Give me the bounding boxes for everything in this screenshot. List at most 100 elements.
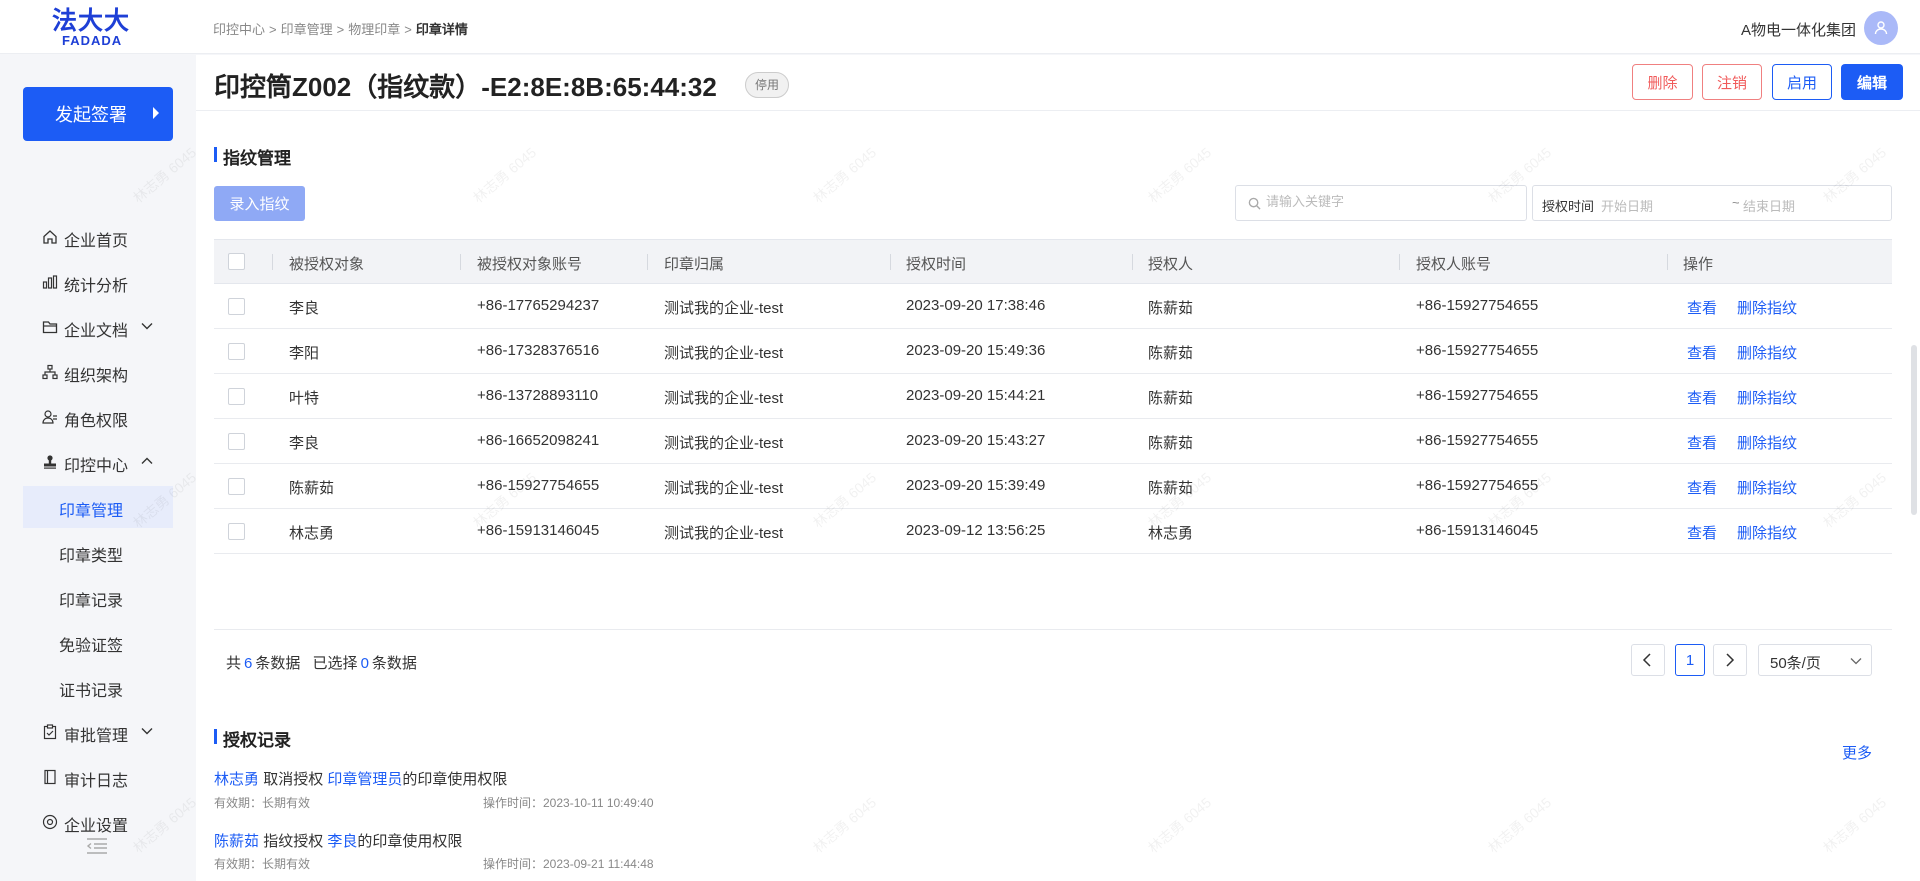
row-checkbox[interactable] bbox=[228, 433, 245, 450]
cell-owner: 测试我的企业-test bbox=[664, 390, 784, 407]
edit-button[interactable]: 编辑 bbox=[1841, 64, 1903, 100]
user-icon bbox=[1874, 21, 1888, 35]
record-target-link[interactable]: 李良 bbox=[327, 833, 357, 850]
row-checkbox[interactable] bbox=[228, 298, 245, 315]
cell-grantor: 陈薪茹 bbox=[1148, 480, 1194, 497]
delete-button[interactable]: 删除 bbox=[1632, 64, 1693, 100]
sidebar-subitem-seal-types[interactable]: 印章类型 bbox=[23, 531, 173, 573]
keyword-search[interactable] bbox=[1235, 185, 1527, 221]
delete-fingerprint-link[interactable]: 删除指纹 bbox=[1737, 342, 1797, 363]
view-link[interactable]: 查看 bbox=[1687, 297, 1717, 318]
view-link[interactable]: 查看 bbox=[1687, 387, 1717, 408]
record-fingerprint-button[interactable]: 录入指纹 bbox=[214, 186, 305, 221]
more-link[interactable]: 更多 bbox=[1842, 742, 1872, 763]
sidebar-item-roles[interactable]: 角色权限 bbox=[0, 396, 172, 438]
view-link[interactable]: 查看 bbox=[1687, 522, 1717, 543]
cell-grantor-account: +86-15927754655 bbox=[1416, 432, 1539, 449]
chevron-down-icon bbox=[141, 728, 153, 735]
view-link[interactable]: 查看 bbox=[1687, 432, 1717, 453]
view-link[interactable]: 查看 bbox=[1687, 477, 1717, 498]
row-checkbox[interactable] bbox=[228, 388, 245, 405]
page-number-button[interactable]: 1 bbox=[1675, 644, 1705, 676]
record-actor-link[interactable]: 林志勇 bbox=[214, 771, 259, 788]
sidebar-item-label: 企业设置 bbox=[64, 818, 129, 835]
sidebar-subitem-seal-records[interactable]: 印章记录 bbox=[23, 576, 173, 618]
row-checkbox[interactable] bbox=[228, 523, 245, 540]
main-content: 印控筒Z002（指纹款）-E2:8E:8B:65:44:32 停用 删除 注销 … bbox=[130, 55, 1920, 881]
watermark: 林志勇 6045 bbox=[1484, 794, 1555, 856]
record-target-link[interactable]: 印章管理员 bbox=[327, 771, 402, 788]
column-header: 授权时间 bbox=[906, 256, 967, 273]
watermark: 林志勇 6045 bbox=[809, 144, 880, 206]
delete-fingerprint-link[interactable]: 删除指纹 bbox=[1737, 297, 1797, 318]
select-all-checkbox[interactable] bbox=[228, 253, 245, 270]
column-header: 印章归属 bbox=[664, 256, 725, 273]
row-checkbox[interactable] bbox=[228, 478, 245, 495]
sidebar-subitem-seal-management[interactable]: 印章管理 bbox=[23, 486, 173, 528]
page-size-select[interactable]: 50条/页 bbox=[1758, 644, 1872, 676]
row-checkbox[interactable] bbox=[228, 343, 245, 360]
sidebar-item-documents[interactable]: 企业文档 bbox=[0, 306, 172, 348]
sidebar-item-organization[interactable]: 组织架构 bbox=[0, 351, 172, 393]
cell-name: 林志勇 bbox=[289, 525, 335, 542]
breadcrumb-item[interactable]: 印章管理 bbox=[281, 22, 333, 37]
collapse-menu-icon[interactable] bbox=[86, 837, 108, 855]
caret-right-icon bbox=[153, 107, 159, 119]
cell-name: 李良 bbox=[289, 300, 320, 317]
date-range-label: 授权时间 bbox=[1542, 199, 1595, 214]
settings-icon bbox=[42, 814, 58, 830]
record-action: 指纹授权 bbox=[263, 833, 324, 850]
delete-fingerprint-link[interactable]: 删除指纹 bbox=[1737, 477, 1797, 498]
sidebar-item-audit-log[interactable]: 审计日志 bbox=[0, 756, 172, 798]
sidebar-item-seal-center[interactable]: 印控中心 bbox=[0, 441, 172, 483]
cell-grantor: 陈薪茹 bbox=[1148, 390, 1194, 407]
deregister-button[interactable]: 注销 bbox=[1702, 64, 1762, 100]
selected-count: 0 bbox=[360, 655, 369, 672]
breadcrumb-item[interactable]: 印控中心 bbox=[213, 22, 265, 37]
cell-time: 2023-09-20 15:49:36 bbox=[906, 342, 1046, 359]
logo-en-text: FADADA bbox=[62, 33, 123, 48]
start-date-input[interactable]: 开始日期 bbox=[1601, 196, 1653, 215]
view-link[interactable]: 查看 bbox=[1687, 342, 1717, 363]
pagination-divider bbox=[214, 629, 1892, 630]
chevron-left-icon bbox=[1642, 653, 1651, 667]
breadcrumb-item[interactable]: 物理印章 bbox=[348, 22, 400, 37]
cell-grantor-account: +86-15927754655 bbox=[1416, 477, 1539, 494]
sidebar-subitem-no-verify-sign[interactable]: 免验证签 bbox=[23, 621, 173, 663]
record-validity: 有效期：长期有效 bbox=[214, 857, 311, 871]
table-row: 叶特 +86-13728893110 测试我的企业-test 2023-09-2… bbox=[214, 374, 1892, 419]
end-date-input[interactable]: 结束日期 bbox=[1743, 196, 1795, 215]
avatar[interactable] bbox=[1864, 11, 1898, 45]
search-input[interactable] bbox=[1266, 194, 1516, 209]
delete-fingerprint-link[interactable]: 删除指纹 bbox=[1737, 387, 1797, 408]
log-icon bbox=[44, 769, 56, 785]
next-page-button[interactable] bbox=[1713, 644, 1747, 676]
cell-time: 2023-09-20 15:44:21 bbox=[906, 387, 1046, 404]
prev-page-button[interactable] bbox=[1631, 644, 1665, 676]
enable-button[interactable]: 启用 bbox=[1772, 64, 1832, 100]
auth-date-range[interactable]: 授权时间 开始日期 ~ 结束日期 bbox=[1532, 185, 1892, 221]
org-name[interactable]: A物电一体化集团 bbox=[1741, 19, 1856, 40]
start-signing-button[interactable]: 发起签署 bbox=[23, 87, 173, 141]
record-actor-link[interactable]: 陈薪茹 bbox=[214, 833, 259, 850]
sidebar-subitem-cert-records[interactable]: 证书记录 bbox=[23, 666, 173, 708]
sidebar-item-analytics[interactable]: 统计分析 bbox=[0, 261, 172, 303]
vertical-scrollbar[interactable] bbox=[1911, 345, 1917, 515]
table-row: 陈薪茹 +86-15927754655 测试我的企业-test 2023-09-… bbox=[214, 464, 1892, 509]
delete-fingerprint-link[interactable]: 删除指纹 bbox=[1737, 432, 1797, 453]
clipboard-icon bbox=[43, 724, 57, 740]
sidebar-item-home[interactable]: 企业首页 bbox=[0, 216, 172, 258]
chevron-up-icon bbox=[141, 457, 153, 464]
cell-account: +86-13728893110 bbox=[477, 387, 599, 404]
auth-record-item: 林志勇 取消授权 印章管理员的印章使用权限 bbox=[214, 768, 507, 789]
sidebar-subitem-label: 证书记录 bbox=[59, 683, 124, 700]
fadada-logo[interactable]: 法大大 FADADA bbox=[52, 8, 142, 48]
record-validity: 有效期：长期有效 bbox=[214, 796, 311, 810]
delete-fingerprint-link[interactable]: 删除指纹 bbox=[1737, 522, 1797, 543]
sidebar-item-approvals[interactable]: 审批管理 bbox=[0, 711, 172, 753]
record-action: 取消授权 bbox=[263, 771, 324, 788]
cell-time: 2023-09-20 15:39:49 bbox=[906, 477, 1046, 494]
record-suffix: 的印章使用权限 bbox=[402, 771, 508, 788]
sidebar: 发起签署 企业首页 统计分析 企业文档 组织架构 角色权限 印控中心 印章管理 … bbox=[0, 55, 196, 881]
cell-grantor: 陈薪茹 bbox=[1148, 345, 1194, 362]
